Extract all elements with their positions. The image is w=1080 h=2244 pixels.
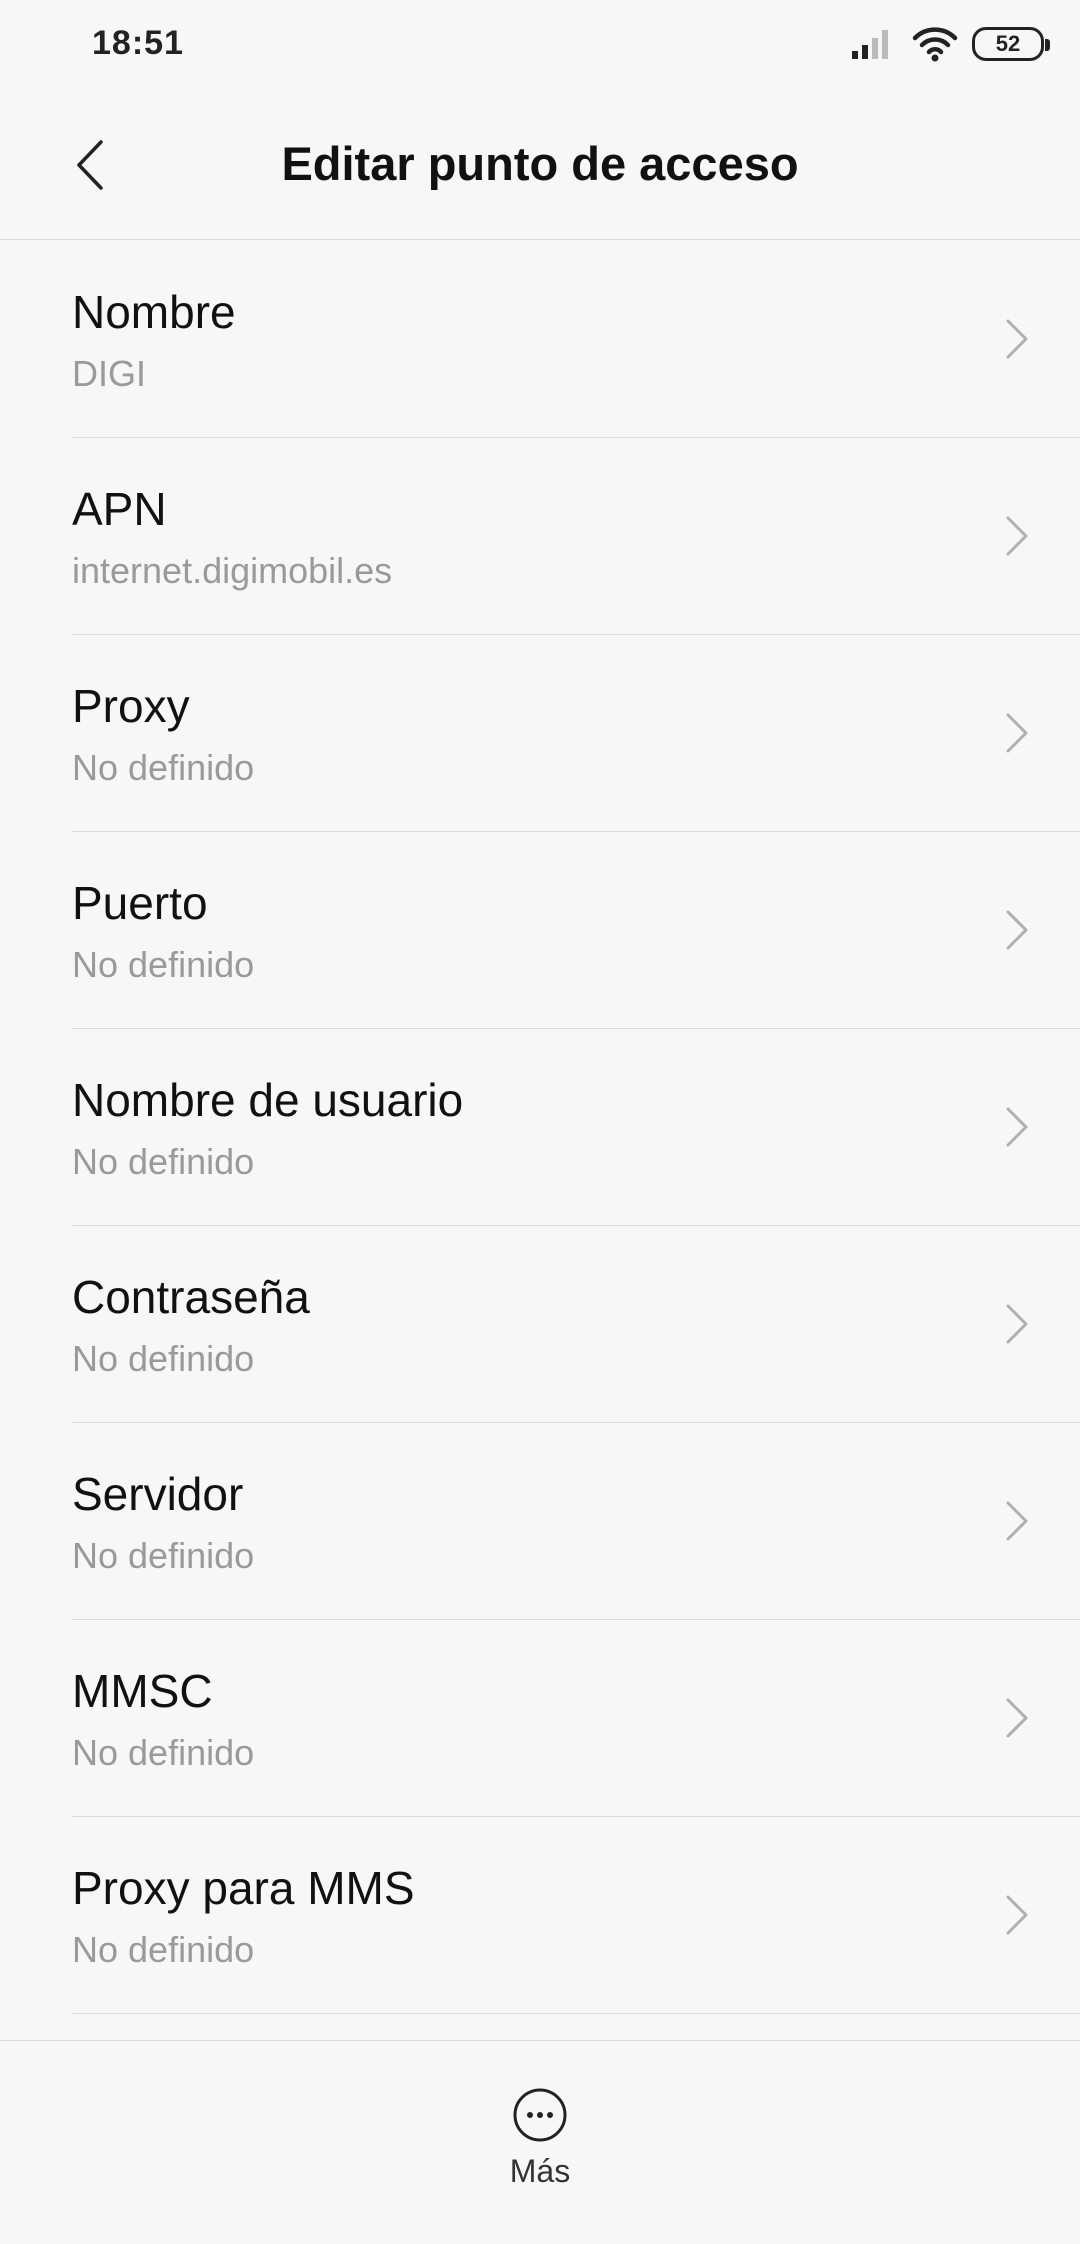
item-label: APN <box>72 483 167 535</box>
chevron-right-icon <box>1006 713 1028 753</box>
bottom-bar: Más <box>0 2040 1080 2244</box>
list-item-puerto[interactable]: Puerto No definido <box>72 832 1080 1029</box>
more-icon <box>513 2088 567 2142</box>
chevron-right-icon <box>1006 319 1028 359</box>
chevron-right-icon <box>1006 1501 1028 1541</box>
status-icons: 52 <box>850 24 1050 64</box>
chevron-right-icon <box>1006 516 1028 556</box>
list-item-proxy-para-mms[interactable]: Proxy para MMS No definido <box>72 1817 1080 2014</box>
status-time: 18:51 <box>92 24 184 62</box>
item-label: Contraseña <box>72 1271 310 1323</box>
list-item-proxy[interactable]: Proxy No definido <box>72 635 1080 832</box>
chevron-right-icon <box>1006 1698 1028 1738</box>
item-value: No definido <box>72 747 255 788</box>
list-item-apn[interactable]: APN internet.digimobil.es <box>72 438 1080 635</box>
app-header: Editar punto de acceso <box>0 90 1080 240</box>
list-item-nombre[interactable]: Nombre DIGI <box>72 241 1080 438</box>
chevron-right-icon <box>1006 1895 1028 1935</box>
item-value: No definido <box>72 944 255 985</box>
list-item-servidor[interactable]: Servidor No definido <box>72 1423 1080 1620</box>
chevron-right-icon <box>1006 1107 1028 1147</box>
battery-icon: 52 <box>972 27 1050 61</box>
more-button[interactable]: Más <box>490 2087 590 2207</box>
battery-level: 52 <box>995 31 1021 56</box>
item-label: Nombre <box>72 286 236 338</box>
status-bar: 18:51 52 <box>0 0 1080 90</box>
wifi-icon <box>912 27 958 62</box>
page-title: Editar punto de acceso <box>281 137 799 190</box>
list-item-contrasena[interactable]: Contraseña No definido <box>72 1226 1080 1423</box>
item-label: Proxy para MMS <box>72 1862 415 1914</box>
item-value: No definido <box>72 1929 255 1970</box>
more-label: Más <box>509 2153 571 2189</box>
signal-icon <box>852 30 888 59</box>
item-label: Nombre de usuario <box>72 1074 464 1126</box>
item-value: No definido <box>72 1338 255 1379</box>
item-label: Proxy <box>72 680 190 732</box>
item-value: No definido <box>72 1535 255 1576</box>
list-item-nombre-de-usuario[interactable]: Nombre de usuario No definido <box>72 1029 1080 1226</box>
item-label: Servidor <box>72 1468 244 1520</box>
item-label: Puerto <box>72 877 208 929</box>
chevron-right-icon <box>1006 910 1028 950</box>
item-value: No definido <box>72 1141 255 1182</box>
item-label: MMSC <box>72 1665 213 1717</box>
chevron-right-icon <box>1006 1304 1028 1344</box>
item-value: DIGI <box>72 353 147 394</box>
settings-list: Nombre DIGI APN internet.digimobil.es Pr… <box>0 241 1080 2014</box>
item-value: No definido <box>72 1732 255 1773</box>
item-value: internet.digimobil.es <box>72 550 393 591</box>
list-item-mmsc[interactable]: MMSC No definido <box>72 1620 1080 1817</box>
